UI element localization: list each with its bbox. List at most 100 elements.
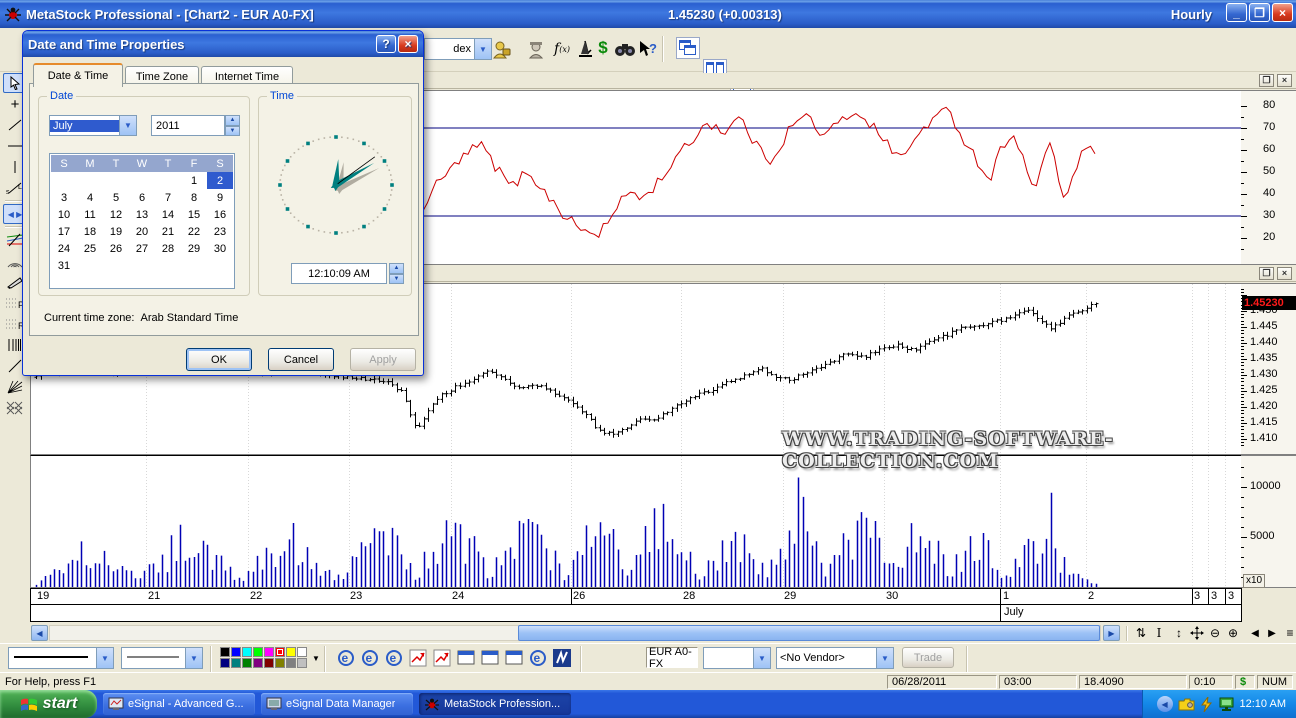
- pan-icon[interactable]: [1188, 624, 1206, 642]
- minimize-button[interactable]: _: [1226, 3, 1247, 22]
- chart-scrollbar-thumb[interactable]: [518, 625, 1100, 641]
- calendar-day[interactable]: 21: [155, 223, 181, 240]
- calendar-day[interactable]: 20: [129, 223, 155, 240]
- calendar-day[interactable]: 11: [77, 206, 103, 223]
- gann-fan-tool[interactable]: [3, 377, 27, 397]
- indicator-restore-icon[interactable]: ❐: [1259, 74, 1274, 87]
- calendar-day[interactable]: 10: [51, 206, 77, 223]
- palette-swatch[interactable]: [231, 658, 241, 668]
- chevron-down-icon[interactable]: ▼: [119, 116, 136, 135]
- price-close-icon[interactable]: ×: [1277, 267, 1292, 280]
- calendar-day[interactable]: 29: [181, 240, 207, 257]
- chevron-down-icon[interactable]: ▼: [753, 648, 770, 668]
- restore-button[interactable]: ❐: [1249, 3, 1270, 22]
- calendar-day[interactable]: 15: [181, 206, 207, 223]
- previous-icon[interactable]: ◀: [1246, 624, 1264, 642]
- taskbar-item-esignal-dm[interactable]: eSignal Data Manager: [261, 693, 413, 715]
- calendar-day[interactable]: 28: [155, 240, 181, 257]
- cascade-windows-icon[interactable]: [676, 37, 700, 59]
- volume-pane[interactable]: [30, 455, 1242, 588]
- palette-swatch[interactable]: [220, 658, 230, 668]
- palette-swatch[interactable]: [220, 647, 230, 657]
- year-value[interactable]: 2011: [151, 115, 225, 136]
- palette-swatch[interactable]: [253, 647, 263, 657]
- time-spinner[interactable]: ▲▼: [389, 263, 404, 284]
- window-layout-icon[interactable]: [454, 646, 477, 669]
- trade-button[interactable]: Trade: [902, 647, 954, 668]
- spin-up-icon[interactable]: ▲: [225, 115, 240, 126]
- palette-swatch[interactable]: [242, 658, 252, 668]
- calendar-day[interactable]: 4: [77, 189, 103, 206]
- chevron-down-icon[interactable]: ▼: [185, 648, 202, 668]
- calendar-day[interactable]: 16: [207, 206, 233, 223]
- zoom-in-icon[interactable]: ⊕: [1224, 624, 1242, 642]
- chart-menu-icon[interactable]: ≡: [1281, 624, 1296, 642]
- calendar-day[interactable]: 27: [129, 240, 155, 257]
- line-weight-combo[interactable]: ▼: [8, 647, 114, 669]
- calendar-day[interactable]: 8: [181, 189, 207, 206]
- scroll-right-icon[interactable]: ▶: [1103, 625, 1120, 641]
- calendar-day[interactable]: 9: [207, 189, 233, 206]
- dialog-help-button[interactable]: ?: [376, 35, 396, 53]
- cancel-button[interactable]: Cancel: [268, 348, 334, 371]
- taskbar-item-esignal[interactable]: eSignal - Advanced G...: [103, 693, 255, 715]
- calendar-day[interactable]: 24: [51, 240, 77, 257]
- calendar-day[interactable]: 2: [207, 172, 233, 189]
- hatch-pattern-tool[interactable]: [3, 398, 27, 418]
- palette-swatch[interactable]: [242, 647, 252, 657]
- context-help-icon[interactable]: ?: [634, 36, 660, 62]
- chevron-down-icon[interactable]: ▼: [96, 648, 113, 668]
- tray-network-icon[interactable]: [1218, 697, 1235, 712]
- vendor-combo[interactable]: <No Vendor> ▼: [776, 647, 894, 669]
- calendar-day[interactable]: 18: [77, 223, 103, 240]
- apply-button[interactable]: Apply: [350, 348, 416, 371]
- zoom-out-icon[interactable]: ⊖: [1206, 624, 1224, 642]
- tray-lightning-icon[interactable]: [1200, 697, 1213, 712]
- taskbar-item-metastock[interactable]: MetaStock Profession...: [419, 693, 571, 715]
- symbol-box[interactable]: EUR A0-FX: [646, 647, 698, 668]
- refresh-icon[interactable]: ⇅: [1132, 624, 1150, 642]
- tab-date-time[interactable]: Date & Time: [33, 63, 123, 87]
- calendar-day[interactable]: 30: [207, 240, 233, 257]
- text-cursor-icon[interactable]: I: [1150, 624, 1168, 642]
- palette-swatch[interactable]: [275, 658, 285, 668]
- calendar-day[interactable]: 3: [51, 189, 77, 206]
- calendar-day[interactable]: 26: [103, 240, 129, 257]
- new-chart-icon[interactable]: [406, 646, 429, 669]
- calendar-day[interactable]: 17: [51, 223, 77, 240]
- window-layout-icon[interactable]: [478, 646, 501, 669]
- close-button[interactable]: ×: [1272, 3, 1293, 22]
- expert-advisor-icon[interactable]: [523, 36, 549, 62]
- tray-collapse-icon[interactable]: ◀: [1157, 696, 1173, 712]
- expand-vertical-icon[interactable]: ↕: [1170, 624, 1188, 642]
- dialog-close-button[interactable]: ×: [398, 35, 418, 53]
- ole-server-icon[interactable]: [488, 36, 514, 62]
- palette-dropdown-icon[interactable]: ▼: [312, 654, 320, 663]
- indicator-close-icon[interactable]: ×: [1277, 74, 1292, 87]
- palette-swatch[interactable]: [264, 658, 274, 668]
- symbol-combo[interactable]: dex ▼: [424, 38, 492, 60]
- spin-down-icon[interactable]: ▼: [389, 274, 404, 285]
- palette-swatch[interactable]: [286, 647, 296, 657]
- palette-swatch[interactable]: [231, 647, 241, 657]
- palette-swatch[interactable]: [253, 658, 263, 668]
- palette-swatch[interactable]: [297, 647, 307, 657]
- browser-icon[interactable]: e: [358, 646, 381, 669]
- calendar-day[interactable]: 25: [77, 240, 103, 257]
- calendar-day[interactable]: 6: [129, 189, 155, 206]
- ok-button[interactable]: OK: [186, 348, 252, 371]
- next-icon[interactable]: ▶: [1263, 624, 1281, 642]
- browser-icon[interactable]: e: [382, 646, 405, 669]
- calendar-day[interactable]: 1: [181, 172, 207, 189]
- calendar-day[interactable]: 23: [207, 223, 233, 240]
- calendar-day[interactable]: 14: [155, 206, 181, 223]
- spin-up-icon[interactable]: ▲: [389, 263, 404, 274]
- calendar-day[interactable]: 12: [103, 206, 129, 223]
- year-spinner[interactable]: 2011 ▲▼: [151, 115, 240, 136]
- calendar-day[interactable]: 13: [129, 206, 155, 223]
- scroll-left-icon[interactable]: ◀: [31, 625, 48, 641]
- start-button[interactable]: start: [0, 690, 97, 718]
- time-field[interactable]: 12:10:09 AM: [291, 263, 387, 284]
- palette-swatch[interactable]: [297, 658, 307, 668]
- window-layout-icon[interactable]: [502, 646, 525, 669]
